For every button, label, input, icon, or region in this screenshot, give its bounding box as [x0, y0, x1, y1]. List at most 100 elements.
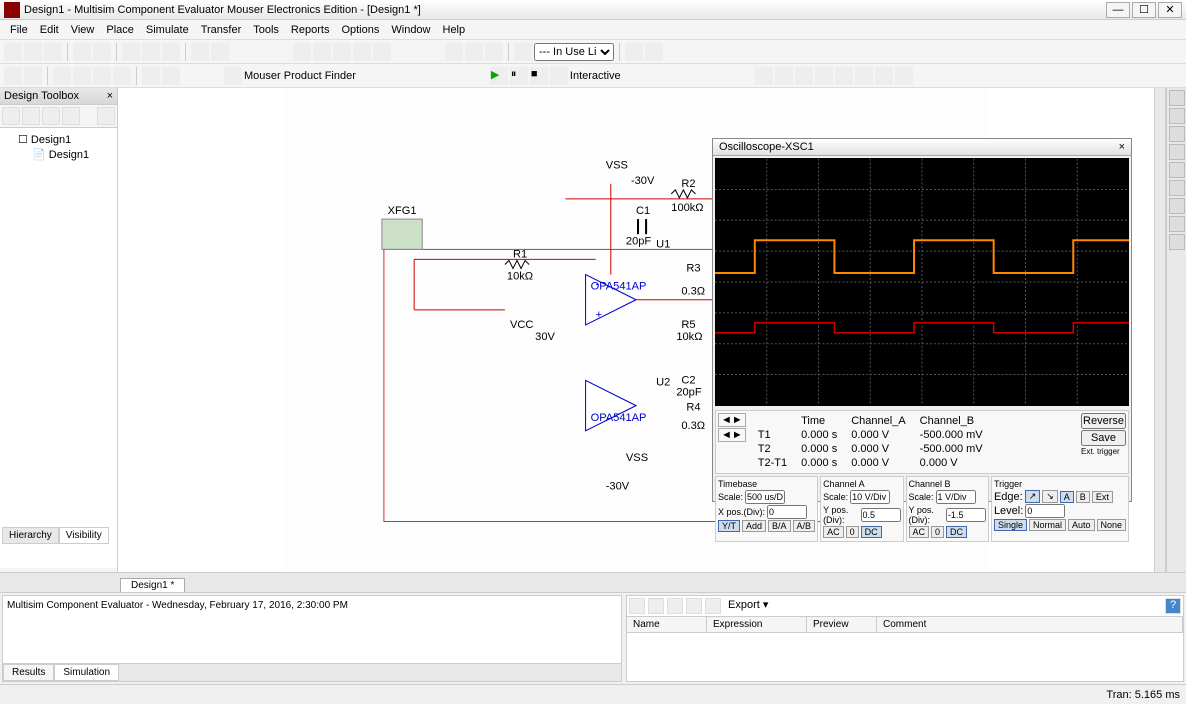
- cut-icon[interactable]: [122, 43, 140, 61]
- timebase-scale[interactable]: [745, 490, 785, 504]
- scope-close-icon[interactable]: ×: [1119, 141, 1125, 153]
- edge-fall-icon[interactable]: ↘: [1042, 490, 1058, 503]
- schematic-canvas[interactable]: XFG1 R1 10kΩ - + U1 OPA541AP VSS -30V C1…: [118, 88, 1154, 572]
- col-expression[interactable]: Expression: [707, 617, 807, 632]
- var-tool-4[interactable]: [686, 598, 702, 614]
- junction-icon[interactable]: [53, 67, 71, 85]
- chb-ypos[interactable]: [946, 508, 986, 522]
- cha-ypos[interactable]: [861, 508, 901, 522]
- product-finder-label[interactable]: Mouser Product Finder: [244, 70, 356, 82]
- sidebar-tool-2[interactable]: [22, 107, 40, 125]
- new-icon[interactable]: [4, 43, 22, 61]
- instr-3[interactable]: [1169, 126, 1185, 142]
- zoom-fit-icon[interactable]: [353, 43, 371, 61]
- col-name[interactable]: Name: [627, 617, 707, 632]
- timebase-xpos[interactable]: [767, 505, 807, 519]
- edge-rise-icon[interactable]: ↗: [1025, 490, 1041, 503]
- run-icon[interactable]: ▶: [490, 67, 508, 85]
- trigger-level[interactable]: [1025, 504, 1065, 518]
- text-icon[interactable]: [465, 43, 483, 61]
- analysis-icon-6[interactable]: [855, 67, 873, 85]
- menu-options[interactable]: Options: [341, 24, 379, 36]
- menu-help[interactable]: Help: [443, 24, 466, 36]
- copy-icon[interactable]: [142, 43, 160, 61]
- analysis-icon-3[interactable]: [795, 67, 813, 85]
- tag-icon[interactable]: [73, 67, 91, 85]
- analysis-icon-4[interactable]: [815, 67, 833, 85]
- chb-dc[interactable]: DC: [946, 526, 967, 538]
- wire-icon[interactable]: [4, 67, 22, 85]
- menu-reports[interactable]: Reports: [291, 24, 330, 36]
- instrument-icon[interactable]: [162, 67, 180, 85]
- export-button[interactable]: Export ▾: [728, 598, 768, 614]
- chb-scale[interactable]: [936, 490, 976, 504]
- instr-9[interactable]: [1169, 234, 1185, 250]
- pause-icon[interactable]: ⏸: [510, 67, 528, 85]
- menu-tools[interactable]: Tools: [253, 24, 279, 36]
- list-icon[interactable]: [514, 43, 532, 61]
- var-tool-1[interactable]: [629, 598, 645, 614]
- close-button[interactable]: ✕: [1158, 2, 1182, 18]
- reverse-button[interactable]: Reverse: [1081, 413, 1126, 429]
- interactive-icon[interactable]: [550, 67, 568, 85]
- undo-icon[interactable]: [191, 43, 209, 61]
- zoom-full-icon[interactable]: [373, 43, 391, 61]
- var-tool-3[interactable]: [667, 598, 683, 614]
- cursor-t2-icon[interactable]: ◄►: [718, 428, 746, 442]
- instr-1[interactable]: [1169, 90, 1185, 106]
- print-icon[interactable]: [73, 43, 91, 61]
- cha-ac[interactable]: AC: [823, 526, 844, 538]
- open-icon[interactable]: [24, 43, 42, 61]
- var-help-icon[interactable]: ?: [1165, 598, 1181, 614]
- analysis-icon-2[interactable]: [775, 67, 793, 85]
- cha-dc[interactable]: DC: [861, 526, 882, 538]
- inuse-dropdown[interactable]: --- In Use List ---: [534, 43, 614, 61]
- tab-hierarchy[interactable]: Hierarchy: [2, 527, 59, 544]
- menu-window[interactable]: Window: [391, 24, 430, 36]
- mode-add[interactable]: Add: [742, 520, 766, 532]
- menu-place[interactable]: Place: [106, 24, 134, 36]
- zoom-out-icon[interactable]: [313, 43, 331, 61]
- menu-simulate[interactable]: Simulate: [146, 24, 189, 36]
- graphic-icon[interactable]: [485, 43, 503, 61]
- instr-5[interactable]: [1169, 162, 1185, 178]
- paste-icon[interactable]: [162, 43, 180, 61]
- cha-0[interactable]: 0: [846, 526, 859, 538]
- tab-design1[interactable]: Design1 *: [120, 578, 185, 592]
- cursor-t1-icon[interactable]: ◄►: [718, 413, 746, 427]
- chb-ac[interactable]: AC: [909, 526, 930, 538]
- scope-display[interactable]: [715, 158, 1129, 406]
- instr-8[interactable]: [1169, 216, 1185, 232]
- sidebar-tool-3[interactable]: [42, 107, 60, 125]
- menu-edit[interactable]: Edit: [40, 24, 59, 36]
- zoom-area-icon[interactable]: [333, 43, 351, 61]
- zoom-in-icon[interactable]: [293, 43, 311, 61]
- mouser-icon[interactable]: [224, 67, 242, 85]
- col-comment[interactable]: Comment: [877, 617, 1183, 632]
- ground-icon[interactable]: [93, 67, 111, 85]
- instr-2[interactable]: [1169, 108, 1185, 124]
- database-icon[interactable]: [625, 43, 643, 61]
- cha-scale[interactable]: [850, 490, 890, 504]
- analysis-icon-5[interactable]: [835, 67, 853, 85]
- analysis-icon-7[interactable]: [875, 67, 893, 85]
- menu-view[interactable]: View: [71, 24, 95, 36]
- tab-simulation[interactable]: Simulation: [54, 664, 119, 681]
- minimize-button[interactable]: —: [1106, 2, 1130, 18]
- sidebar-tool-1[interactable]: [2, 107, 20, 125]
- redo-icon[interactable]: [211, 43, 229, 61]
- tab-results[interactable]: Results: [3, 664, 54, 681]
- src-ext[interactable]: Ext: [1092, 491, 1113, 503]
- menu-file[interactable]: File: [10, 24, 28, 36]
- oscilloscope-window[interactable]: Oscilloscope-XSC1 ×: [712, 138, 1132, 502]
- trg-none[interactable]: None: [1097, 519, 1127, 531]
- col-preview[interactable]: Preview: [807, 617, 877, 632]
- sidebar-tool-5[interactable]: [97, 107, 115, 125]
- tree-child[interactable]: 📄 Design1: [4, 147, 113, 162]
- save-button[interactable]: Save: [1081, 430, 1126, 446]
- bus-icon[interactable]: [24, 67, 42, 85]
- maximize-button[interactable]: ☐: [1132, 2, 1156, 18]
- component-icon[interactable]: [445, 43, 463, 61]
- tree-root[interactable]: ☐ Design1: [4, 132, 113, 147]
- tab-visibility[interactable]: Visibility: [59, 527, 109, 544]
